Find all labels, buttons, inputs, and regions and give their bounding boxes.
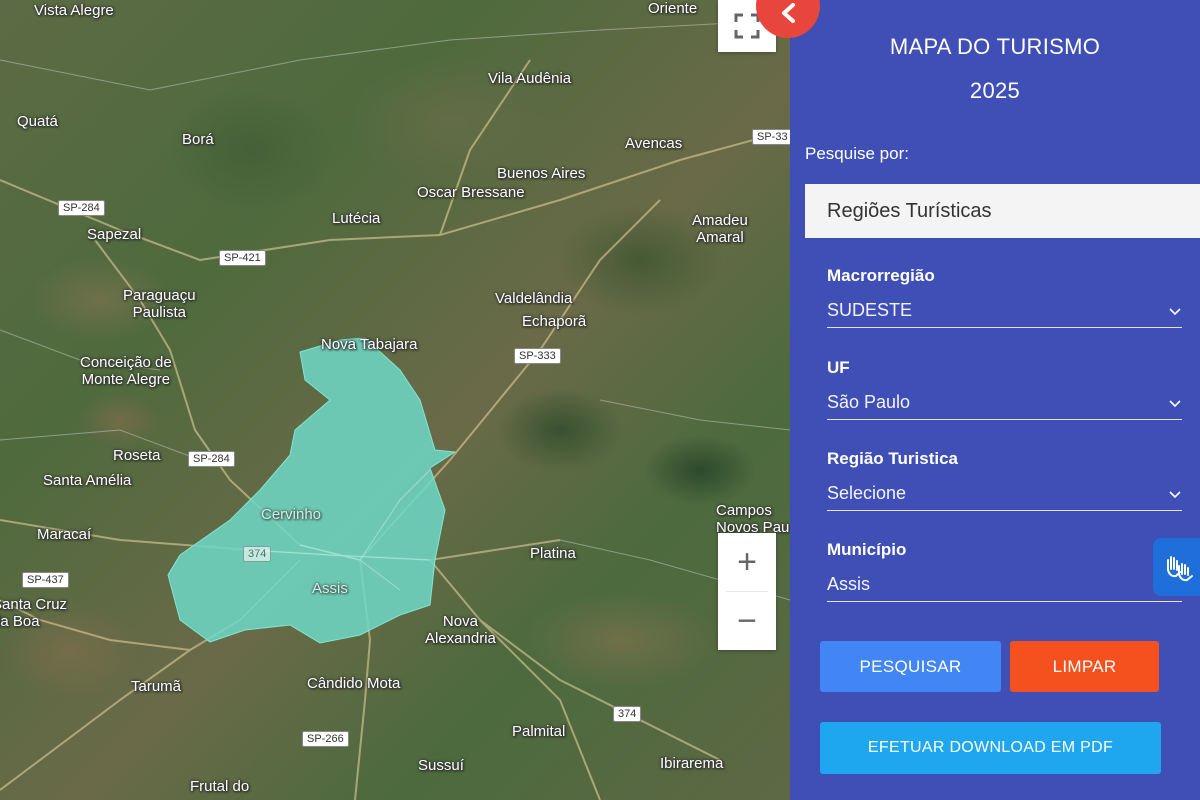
municipality-label: Município	[827, 540, 907, 559]
place-label: Amadeu Amaral	[692, 212, 748, 246]
place-label: Platina	[530, 545, 576, 562]
search-by-value: Regiões Turísticas	[827, 199, 992, 222]
macroregion-select[interactable]: SUDESTE	[827, 300, 1182, 328]
search-button[interactable]: PESQUISAR	[820, 641, 1001, 692]
place-label: Cândido Mota	[307, 675, 401, 692]
road-shield: SP-266	[302, 731, 349, 747]
place-label: Avencas	[625, 135, 683, 152]
place-label: Echaporã	[522, 313, 587, 330]
place-label: Borá	[182, 131, 214, 148]
tourist-region-label: Região Turistica	[827, 449, 958, 468]
download-pdf-button[interactable]: EFETUAR DOWNLOAD EM PDF	[820, 722, 1161, 774]
place-label: Buenos Aires	[497, 165, 586, 182]
chevron-down-icon	[1169, 307, 1181, 315]
sign-language-button[interactable]	[1153, 538, 1200, 596]
chevron-down-icon	[1169, 399, 1181, 407]
place-label: Nova Tabajara	[321, 336, 418, 353]
place-label: Paraguaçu Paulista	[123, 287, 196, 321]
zoom-out-button[interactable]: −	[718, 592, 776, 650]
search-by-label: Pesquise por:	[805, 144, 909, 163]
chevron-left-icon	[782, 3, 795, 23]
place-label: Palmital	[512, 723, 566, 740]
macroregion-field: Macrorregião SUDESTE	[827, 266, 1182, 328]
road-shield: 374	[243, 546, 272, 562]
place-label: Conceição de Monte Alegre	[80, 354, 172, 388]
place-label: Sapezal	[87, 226, 142, 243]
uf-field: UF São Paulo	[827, 358, 1182, 420]
zoom-control: + −	[718, 533, 776, 650]
place-label: Santa Amélia	[43, 472, 132, 489]
sign-language-icon	[1167, 556, 1193, 582]
map-canvas[interactable]: Vista Alegre Oriente Vila Audênia Quatá …	[0, 0, 790, 800]
place-label: Assis	[312, 580, 348, 597]
macroregion-value: SUDESTE	[827, 300, 913, 320]
clear-button[interactable]: LIMPAR	[1010, 641, 1159, 692]
zoom-in-button[interactable]: +	[718, 533, 776, 591]
road-shield: SP-421	[219, 250, 266, 266]
road-shield: SP-33	[752, 129, 790, 145]
road-shield: 374	[613, 706, 642, 722]
place-label: Roseta	[113, 447, 161, 464]
place-label: Vila Audênia	[488, 70, 572, 87]
municipality-input[interactable]: Assis	[827, 574, 1182, 602]
tourist-region-value: Selecione	[827, 483, 907, 503]
tourist-region-field: Região Turistica Selecione	[827, 449, 1182, 511]
region-highlight	[167, 337, 457, 644]
road-shield: SP-284	[58, 200, 105, 216]
place-label: Ibirarema	[660, 755, 724, 772]
place-label: Vista Alegre	[34, 2, 114, 19]
place-label: Campos Novos Pau	[716, 502, 790, 536]
uf-label: UF	[827, 358, 850, 377]
place-label: Sussuí	[418, 757, 464, 774]
macroregion-label: Macrorregião	[827, 266, 935, 285]
search-panel: MAPA DO TURISMO 2025 Pesquise por: Regiõ…	[790, 0, 1200, 800]
panel-title: MAPA DO TURISMO	[889, 34, 1101, 59]
road-shield: SP-437	[22, 572, 69, 588]
place-label: Santa Cruz da Boa	[0, 596, 68, 630]
place-label: Cervinho	[261, 506, 322, 523]
tourist-region-select[interactable]: Selecione	[827, 483, 1182, 511]
place-label: Lutécia	[332, 210, 381, 227]
place-label: Maracaí	[37, 526, 92, 543]
road-shield: SP-284	[188, 451, 235, 467]
municipality-field: Município Assis	[827, 540, 1182, 602]
place-label: Oriente	[648, 0, 698, 17]
fullscreen-icon	[734, 13, 760, 39]
chevron-down-icon	[1169, 490, 1181, 498]
road-shield: SP-333	[514, 348, 561, 364]
panel-year: 2025	[969, 78, 1021, 103]
place-label: Quatá	[17, 113, 58, 130]
uf-select[interactable]: São Paulo	[827, 392, 1182, 420]
place-label: Tarumã	[131, 678, 182, 695]
search-by-select[interactable]: Regiões Turísticas	[805, 184, 1200, 238]
place-label: Valdelândia	[495, 290, 573, 307]
place-label: Frutal do	[190, 778, 250, 795]
place-label: Oscar Bressane	[417, 184, 525, 201]
uf-value: São Paulo	[827, 392, 911, 412]
municipality-value: Assis	[827, 574, 871, 594]
place-label: Nova Alexandria	[425, 613, 496, 647]
